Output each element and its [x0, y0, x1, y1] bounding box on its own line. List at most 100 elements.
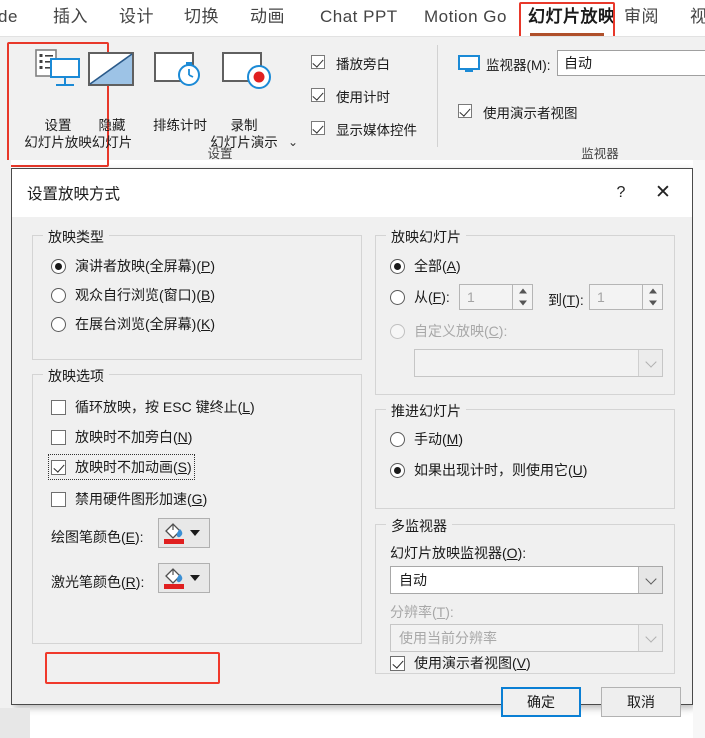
radio-custom-show-dot[interactable] — [390, 323, 405, 339]
tab-transitions[interactable]: 切换 — [184, 3, 219, 31]
checkbox-disable-hardware-accel-box[interactable] — [51, 491, 66, 507]
checkbox-show-without-narration-box[interactable] — [51, 429, 66, 445]
paint-bucket-icon — [162, 566, 186, 590]
slide-range-to-stepper[interactable]: 1 — [589, 284, 663, 310]
radio-advance-using-timings-dot[interactable] — [390, 462, 405, 478]
ribbon-monitor-combo[interactable]: 自动 — [557, 50, 705, 76]
checkbox-show-without-narration-label: 放映时不加旁白(N) — [75, 429, 193, 445]
slideshow-monitor-combo[interactable]: 自动 — [390, 566, 663, 594]
slide-range-from-stepper[interactable]: 1 — [459, 284, 533, 310]
ok-button[interactable]: 确定 — [501, 687, 581, 717]
show-slides-group: 放映幻灯片 全部(A) 从(F): 1 到(T): 1 自定义放映(C): — [375, 227, 675, 395]
ribbon-checkbox-show-media-controls-label[interactable]: 显示媒体控件 — [336, 119, 417, 139]
checkbox-loop-until-esc-box[interactable] — [51, 399, 66, 415]
ribbon-group-divider — [437, 45, 438, 147]
tab-de[interactable]: de — [0, 3, 18, 31]
pen-color-label: 绘图笔颜色(E): — [51, 529, 144, 545]
tab-chat-ppt[interactable]: Chat PPT — [320, 3, 398, 31]
radio-slide-range-dot[interactable] — [390, 289, 405, 305]
chevron-down-icon[interactable] — [190, 530, 200, 536]
radio-advance-using-timings[interactable]: 如果出现计时，则使用它(U) — [390, 460, 587, 480]
hide-slide-label-line2[interactable]: 幻灯片 — [78, 134, 146, 151]
slide-range-to-value[interactable]: 1 — [590, 289, 642, 305]
ribbon-checkbox-use-timings-label[interactable]: 使用计时 — [336, 86, 390, 106]
custom-show-combo[interactable] — [414, 349, 663, 377]
tab-view[interactable]: 视 — [690, 3, 705, 31]
checkbox-loop-until-esc[interactable]: 循环放映，按 ESC 键终止(L) — [51, 397, 255, 417]
tab-motion-go[interactable]: Motion Go — [424, 3, 507, 31]
dialog-title-bar: 设置放映方式 ? ✕ — [12, 169, 692, 217]
record-slideshow-dropdown-caret[interactable]: ⌄ — [288, 135, 298, 149]
ribbon-checkbox-play-narrations-label[interactable]: 播放旁白 — [336, 53, 390, 73]
checkbox-show-without-animation[interactable]: 放映时不加动画(S) — [48, 454, 195, 480]
record-slideshow-label-line1[interactable]: 录制 — [216, 117, 272, 134]
ribbon-checkbox-presenter-view-label[interactable]: 使用演示者视图 — [483, 102, 578, 122]
hide-slide-label-line1[interactable]: 隐藏 — [86, 117, 138, 134]
slide-range-from-value[interactable]: 1 — [460, 289, 512, 305]
rehearse-timings-label[interactable]: 排练计时 — [144, 117, 216, 134]
radio-browsed-by-individual[interactable]: 观众自行浏览(窗口)(B) — [51, 285, 215, 305]
radio-advance-manually-dot[interactable] — [390, 431, 405, 447]
setup-show-dialog: 设置放映方式 ? ✕ 放映类型 演讲者放映(全屏幕)(P) 观众自行浏览(窗口)… — [11, 168, 693, 717]
ribbon-checkbox-play-narrations[interactable] — [311, 55, 325, 69]
pen-color-button[interactable] — [158, 518, 210, 548]
show-options-group-title: 放映选项 — [43, 366, 109, 386]
ribbon-group-label-setup: 设置 — [207, 147, 233, 161]
chevron-down-icon[interactable] — [638, 567, 662, 593]
resolution-combo[interactable]: 使用当前分辨率 — [390, 624, 663, 652]
tab-review[interactable]: 审阅 — [624, 3, 659, 31]
radio-browsed-by-individual-label: 观众自行浏览(窗口)(B) — [75, 287, 216, 303]
laser-color-button[interactable] — [158, 563, 210, 593]
tab-insert[interactable]: 插入 — [53, 3, 88, 31]
help-icon[interactable]: ? — [606, 179, 636, 207]
radio-presenter-fullscreen[interactable]: 演讲者放映(全屏幕)(P) — [51, 256, 215, 276]
radio-advance-using-timings-label: 如果出现计时，则使用它(U) — [414, 462, 588, 478]
tab-animations[interactable]: 动画 — [250, 3, 285, 31]
checkbox-disable-hardware-accel[interactable]: 禁用硬件图形加速(G) — [51, 489, 207, 509]
radio-all-slides-dot[interactable] — [390, 258, 405, 274]
monitor-icon — [458, 55, 480, 72]
chevron-down-icon[interactable] — [638, 625, 662, 651]
checkbox-disable-hardware-accel-label: 禁用硬件图形加速(G) — [75, 491, 208, 507]
chevron-down-icon[interactable] — [643, 297, 662, 309]
slideshow-monitor-combo-value[interactable]: 自动 — [391, 570, 638, 590]
radio-presenter-fullscreen-dot[interactable] — [51, 258, 66, 274]
close-icon[interactable]: ✕ — [648, 179, 678, 207]
radio-all-slides[interactable]: 全部(A) — [390, 256, 461, 276]
setup-slideshow-icon — [35, 49, 80, 86]
chevron-down-icon[interactable] — [638, 350, 662, 376]
show-type-group-title: 放映类型 — [43, 227, 109, 247]
paint-bucket-icon — [162, 521, 186, 545]
background-pane-right — [693, 160, 705, 738]
checkbox-use-presenter-view-box[interactable] — [390, 655, 405, 671]
checkbox-show-without-narration[interactable]: 放映时不加旁白(N) — [51, 427, 192, 447]
checkbox-show-without-animation-box[interactable] — [51, 459, 66, 475]
chevron-down-icon[interactable] — [190, 575, 200, 581]
ribbon-checkbox-presenter-view[interactable] — [458, 104, 472, 118]
radio-advance-manually[interactable]: 手动(M) — [390, 429, 463, 449]
radio-browsed-by-individual-dot[interactable] — [51, 287, 66, 303]
radio-slide-range[interactable]: 从(F): — [390, 287, 450, 307]
chevron-up-icon[interactable] — [643, 285, 662, 297]
radio-custom-show[interactable]: 自定义放映(C): — [390, 321, 507, 341]
checkbox-use-presenter-view[interactable]: 使用演示者视图(V) — [390, 653, 531, 673]
radio-browsed-at-kiosk[interactable]: 在展台浏览(全屏幕)(K) — [51, 314, 215, 334]
ribbon-group-label-monitor: 监视器 — [581, 147, 619, 161]
cancel-button[interactable]: 取消 — [601, 687, 681, 717]
tab-slide-show[interactable]: 幻灯片放映 — [528, 3, 616, 31]
chevron-down-icon[interactable] — [513, 297, 532, 309]
resolution-combo-value: 使用当前分辨率 — [399, 630, 497, 646]
rehearse-timings-icon — [154, 52, 200, 86]
radio-all-slides-label: 全部(A) — [414, 258, 461, 274]
ribbon-tab-bar: de 插入 设计 切换 动画 Chat PPT Motion Go 幻灯片放映 … — [0, 0, 705, 38]
tab-design[interactable]: 设计 — [119, 3, 154, 31]
ribbon-checkbox-show-media-controls[interactable] — [311, 121, 325, 135]
chevron-up-icon[interactable] — [513, 285, 532, 297]
slide-range-to-spinner-arrows[interactable] — [642, 285, 662, 309]
laser-color-label: 激光笔颜色(R): — [51, 574, 145, 590]
multi-monitor-group-title: 多监视器 — [386, 516, 452, 536]
ribbon-checkbox-use-timings[interactable] — [311, 88, 325, 102]
radio-advance-manually-label: 手动(M) — [414, 431, 464, 447]
radio-browsed-at-kiosk-dot[interactable] — [51, 316, 66, 332]
slide-range-from-spinner-arrows[interactable] — [512, 285, 532, 309]
